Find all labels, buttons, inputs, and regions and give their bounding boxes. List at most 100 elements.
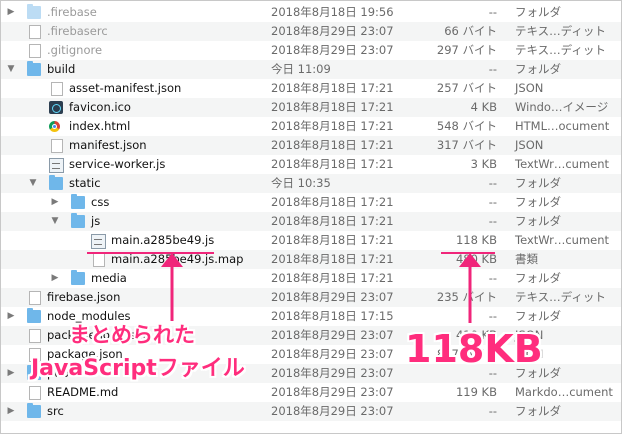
disclosure-open-icon[interactable]: ▼ [49,212,61,231]
file-size: 297 バイト [436,43,497,57]
file-date: 2018年8月29日 23:07 [271,43,394,57]
folder-light-icon [27,4,41,19]
disclosure-closed-icon[interactable]: ▶ [49,269,61,288]
file-size: -- [488,214,497,228]
file-row[interactable]: firebase.json 2018年8月29日 23:07 235 バイト テキス…… [1,288,621,307]
file-row[interactable]: ▼ build 今日 11:09 -- フォルダ [1,60,621,79]
file-date: 今日 11:09 [271,62,331,76]
file-size: -- [488,5,497,19]
file-size: -- [488,404,497,418]
file-size: 66 バイト [444,24,497,38]
file-size: 317 バイト [436,138,497,152]
file-name: manifest.json [69,138,147,152]
file-size: -- [488,309,497,323]
folder-icon [71,270,85,285]
file-size: 3 KB [470,157,497,171]
file-row[interactable]: ▼ js 2018年8月18日 17:21 -- フォルダ [1,212,621,231]
disclosure-closed-icon[interactable]: ▶ [49,193,61,212]
file-row[interactable]: README.md 2018年8月29日 23:07 119 KB Markdo…cu… [1,383,621,402]
annotation-label-line1: まとめられた [69,323,195,347]
file-row[interactable]: service-worker.js 2018年8月18日 17:21 3 KB Tex… [1,155,621,174]
finder-list-view: ▶ .firebase 2018年8月18日 19:56 -- フォルダ .firebas… [0,0,622,434]
file-date: 2018年8月18日 17:21 [271,81,394,95]
file-name: firebase.json [47,290,121,304]
file-kind: 書類 [515,252,538,266]
file-row[interactable]: index.html 2018年8月18日 17:21 548 バイト HTML…oc… [1,117,621,136]
filename-underline [87,252,214,254]
disclosure-closed-icon[interactable]: ▶ [5,3,17,22]
file-name: .gitignore [47,43,103,57]
file-kind: フォルダ [515,176,561,190]
arrow-up-left-icon [161,253,183,321]
disclosure-closed-icon[interactable]: ▶ [5,402,17,421]
file-date: 2018年8月29日 23:07 [271,347,394,361]
file-size: -- [488,176,497,190]
file-row[interactable]: .firebaserc 2018年8月29日 23:07 66 バイト テキス…ディッ… [1,22,621,41]
file-name: main.a285be49.js [111,233,215,247]
file-date: 2018年8月29日 23:07 [271,404,394,418]
document-icon [51,82,63,96]
file-date: 2018年8月18日 17:21 [271,214,394,228]
file-date: 2018年8月29日 23:07 [271,385,394,399]
file-date: 2018年8月18日 17:21 [271,138,394,152]
file-size: -- [488,195,497,209]
folder-icon [27,61,41,76]
folder-icon [71,213,85,228]
disclosure-open-icon[interactable]: ▼ [5,60,17,79]
file-kind: Windo…イメージ [515,100,609,114]
file-row[interactable]: favicon.ico 2018年8月18日 17:21 4 KB Windo…イメー… [1,98,621,117]
document-icon [29,291,41,305]
file-row[interactable]: asset-manifest.json 2018年8月18日 17:21 257 バ… [1,79,621,98]
file-date: 2018年8月29日 23:07 [271,366,394,380]
file-size: -- [488,271,497,285]
file-date: 2018年8月18日 17:21 [271,100,394,114]
folder-icon [71,194,85,209]
file-size: 257 バイト [436,81,497,95]
file-row[interactable]: ▶ media 2018年8月18日 17:21 -- フォルダ [1,269,621,288]
file-name: build [47,62,76,76]
file-size: -- [488,62,497,76]
chrome-icon [49,121,60,132]
file-kind: フォルダ [515,404,561,418]
file-row[interactable]: main.a285be49.js 2018年8月18日 17:21 118 KB Te… [1,231,621,250]
file-row[interactable]: ▼ static 今日 10:35 -- フォルダ [1,174,621,193]
disclosure-closed-icon[interactable]: ▶ [5,307,17,326]
document-icon [29,386,41,400]
file-kind: フォルダ [515,214,561,228]
file-kind: フォルダ [515,309,561,323]
file-name: README.md [47,385,119,399]
file-date: 2018年8月29日 23:07 [271,290,394,304]
document-icon [29,44,41,58]
file-name: asset-manifest.json [69,81,182,95]
disclosure-closed-icon[interactable]: ▶ [5,364,17,383]
file-name: .firebase [47,5,97,19]
file-name: index.html [69,119,131,133]
file-date: 2018年8月18日 17:21 [271,157,394,171]
file-row[interactable]: manifest.json 2018年8月18日 17:21 317 バイト JSON [1,136,621,155]
file-kind: HTML…ocument [515,119,610,133]
disclosure-open-icon[interactable]: ▼ [27,174,39,193]
file-name: .firebaserc [47,24,108,38]
file-date: 2018年8月18日 17:21 [271,271,394,285]
file-kind: テキス…ディット [515,24,606,38]
file-kind: テキス…ディット [515,43,606,57]
folder-icon [49,175,63,190]
file-name: static [69,176,101,190]
file-row[interactable]: ▶ css 2018年8月18日 17:21 -- フォルダ [1,193,621,212]
annotation-size-label: 118KB [405,327,543,371]
document-icon [29,25,41,39]
file-date: 2018年8月18日 17:21 [271,119,394,133]
file-date: 今日 10:35 [271,176,331,190]
document-icon [29,329,41,343]
file-date: 2018年8月29日 23:07 [271,24,394,38]
file-row[interactable]: ▶ .firebase 2018年8月18日 19:56 -- フォルダ [1,3,621,22]
file-size: 118 KB [455,233,497,247]
document-icon [51,139,63,153]
file-row[interactable]: .gitignore 2018年8月29日 23:07 297 バイト テキス…ディッ… [1,41,621,60]
file-date: 2018年8月18日 19:56 [271,5,394,19]
document-icon [93,253,105,267]
file-row[interactable]: ▶ src 2018年8月29日 23:07 -- フォルダ [1,402,621,421]
file-name: css [91,195,110,209]
file-kind: TextWr…cument [515,233,610,247]
file-name: js [91,214,101,228]
